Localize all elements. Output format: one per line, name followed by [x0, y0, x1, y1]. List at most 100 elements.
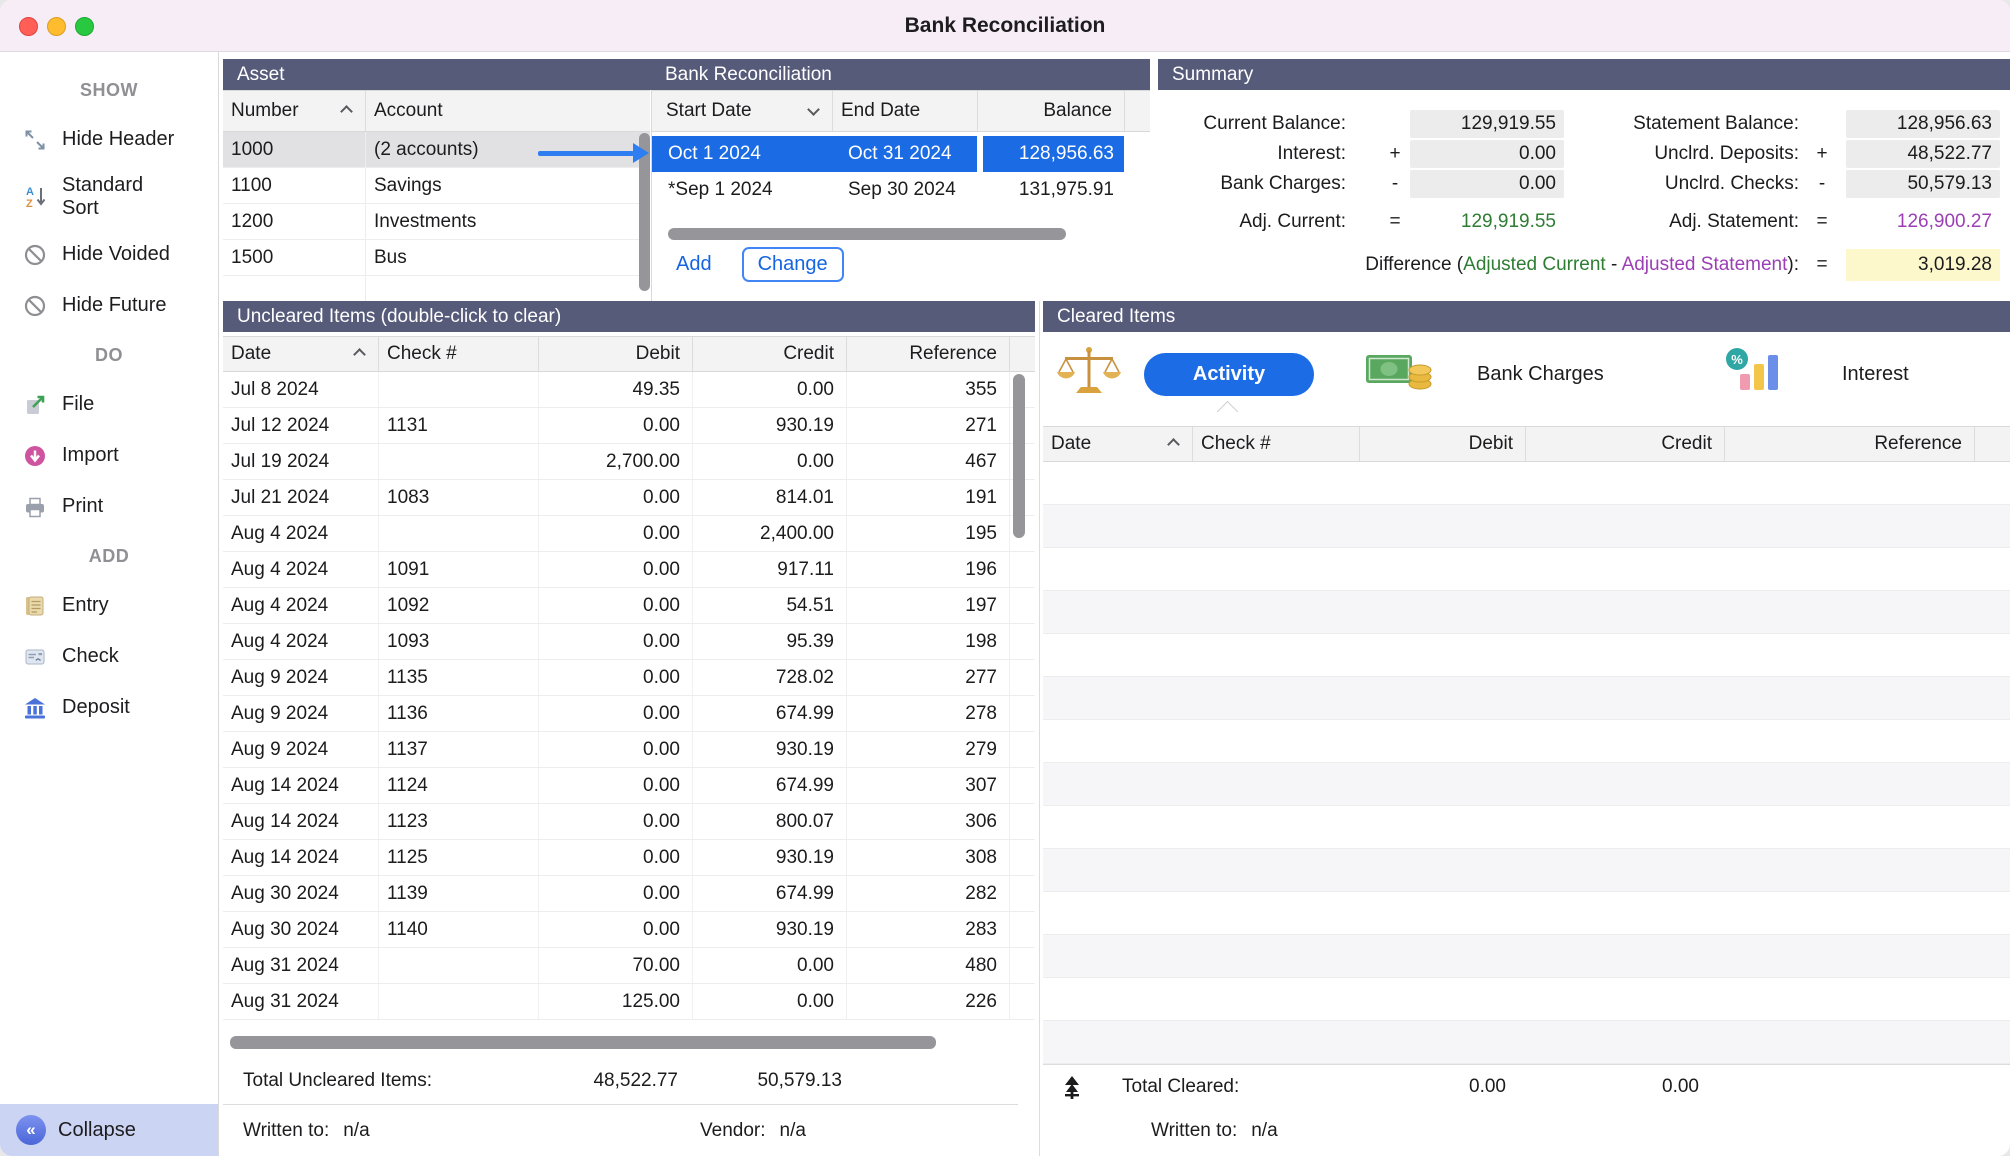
sidebar-item-import[interactable]: Import	[0, 430, 218, 481]
table-row[interactable]: Jul 12 202411310.00930.19271	[223, 408, 1035, 444]
bank-rec-actions: Add Change	[676, 242, 844, 286]
table-row[interactable]: Jul 21 202410830.00814.01191	[223, 480, 1035, 516]
cell: 0.00	[538, 480, 692, 515]
column-header-debit[interactable]: Debit	[538, 337, 692, 371]
table-row[interactable]: Aug 4 202410920.0054.51197	[223, 588, 1035, 624]
column-header-start-date[interactable]: Start Date	[652, 91, 832, 131]
cell: 467	[846, 444, 1009, 479]
annotation-arrow-head	[633, 143, 649, 163]
column-header-debit[interactable]: Debit	[1359, 427, 1525, 461]
sidebar-item-hide-future[interactable]: Hide Future	[0, 280, 218, 331]
table-row[interactable]: Aug 9 202411370.00930.19279	[223, 732, 1035, 768]
cell: 0.00	[538, 408, 692, 443]
tab-activity-button[interactable]: Activity	[1144, 353, 1314, 396]
sidebar-item-deposit[interactable]: Deposit	[0, 682, 218, 733]
cleared-table: Date Check # Debit Credit Reference	[1043, 426, 2010, 1064]
table-row[interactable]: 1200 Investments	[223, 204, 650, 240]
cell: 307	[846, 768, 1009, 803]
column-header-check[interactable]: Check #	[1192, 427, 1359, 461]
table-row[interactable]	[223, 276, 650, 301]
table-row[interactable]: 1500 Bus	[223, 240, 650, 276]
table-row[interactable]: Aug 4 202410930.0095.39198	[223, 624, 1035, 660]
horizontal-scrollbar[interactable]	[668, 228, 1066, 240]
table-row[interactable]: Jul 19 20242,700.000.00467	[223, 444, 1035, 480]
table-row[interactable]: Aug 14 202411230.00800.07306	[223, 804, 1035, 840]
written-to-row: Written to: n/a	[243, 1116, 370, 1146]
cell: 278	[846, 696, 1009, 731]
cell: Aug 9 2024	[223, 732, 378, 767]
diagonal-arrows-icon	[22, 127, 48, 153]
column-header-reference[interactable]: Reference	[1724, 427, 1974, 461]
asset-table: Number Account 1000 (2 accounts) 1100 Sa…	[223, 90, 650, 301]
cleared-total-credit: 0.00	[1525, 1072, 1699, 1102]
cell: Bus	[365, 240, 650, 275]
column-header-check[interactable]: Check #	[378, 337, 538, 371]
table-row[interactable]: Aug 31 2024125.000.00226	[223, 984, 1035, 1020]
column-header-credit[interactable]: Credit	[1525, 427, 1724, 461]
sidebar-item-file[interactable]: File	[0, 379, 218, 430]
table-row[interactable]: Oct 1 2024 Oct 31 2024 128,956.63	[652, 136, 1150, 172]
column-header-account[interactable]: Account	[365, 91, 650, 131]
collapse-button[interactable]: « Collapse	[0, 1104, 218, 1156]
sidebar-item-print[interactable]: Print	[0, 481, 218, 532]
cell: 930.19	[692, 732, 846, 767]
change-button[interactable]: Change	[742, 247, 844, 282]
column-label: Number	[231, 100, 299, 122]
difference-suffix: ):	[1787, 254, 1799, 275]
table-row[interactable]: Aug 31 202470.000.00480	[223, 948, 1035, 984]
cleared-total-debit: 0.00	[1359, 1072, 1506, 1102]
column-label: Debit	[636, 343, 680, 365]
cell: 1136	[378, 696, 538, 731]
sidebar-item-entry[interactable]: Entry	[0, 580, 218, 631]
asset-table-header: Number Account	[223, 90, 650, 132]
table-row[interactable]: Aug 14 202411250.00930.19308	[223, 840, 1035, 876]
table-row[interactable]: 1000 (2 accounts)	[223, 132, 650, 168]
column-header-balance[interactable]: Balance	[977, 91, 1124, 131]
tab-activity[interactable]: Activity	[1054, 348, 1314, 400]
cell: Oct 1 2024	[652, 136, 832, 172]
summary-sign	[1812, 110, 1832, 138]
cell: 1083	[378, 480, 538, 515]
tab-bank-charges[interactable]: Bank Charges	[1365, 348, 1604, 400]
tab-interest[interactable]: % Interest	[1724, 348, 1909, 400]
cell: 0.00	[538, 840, 692, 875]
table-row[interactable]: Aug 9 202411350.00728.02277	[223, 660, 1035, 696]
tab-interest-label[interactable]: Interest	[1842, 363, 1909, 386]
cell: 95.39	[692, 624, 846, 659]
table-row[interactable]: Aug 14 202411240.00674.99307	[223, 768, 1035, 804]
table-row[interactable]: Aug 4 20240.002,400.00195	[223, 516, 1035, 552]
cell: Sep 30 2024	[832, 172, 977, 208]
column-header-date[interactable]: Date	[1043, 427, 1192, 461]
summary-sign: =	[1812, 208, 1832, 236]
column-header-credit[interactable]: Credit	[692, 337, 846, 371]
az-sort-icon: AZ	[22, 184, 48, 210]
table-row[interactable]: Jul 8 202449.350.00355	[223, 372, 1035, 408]
cell: 1093	[378, 624, 538, 659]
vertical-scrollbar[interactable]	[1013, 374, 1025, 538]
cell: 0.00	[538, 624, 692, 659]
table-row[interactable]: Aug 30 202411390.00674.99282	[223, 876, 1035, 912]
cell: 1137	[378, 732, 538, 767]
column-header-date[interactable]: Date	[223, 337, 378, 371]
summary-value-adjusted-statement: 126,900.27	[1846, 208, 2000, 236]
table-row[interactable]: Aug 4 202410910.00917.11196	[223, 552, 1035, 588]
table-row[interactable]: Aug 9 202411360.00674.99278	[223, 696, 1035, 732]
table-row[interactable]: *Sep 1 2024 Sep 30 2024 131,975.91	[652, 172, 1150, 208]
column-header-end-date[interactable]: End Date	[832, 91, 977, 131]
column-header-number[interactable]: Number	[223, 91, 365, 131]
cell: 0.00	[692, 948, 846, 983]
sidebar-item-hide-header[interactable]: Hide Header	[0, 114, 218, 165]
summary-label: Bank Charges:	[1165, 170, 1346, 198]
table-row[interactable]: Aug 30 202411400.00930.19283	[223, 912, 1035, 948]
sidebar-item-standard-sort[interactable]: AZ Standard Sort	[0, 165, 218, 229]
table-row[interactable]: 1100 Savings	[223, 168, 650, 204]
horizontal-scrollbar[interactable]	[230, 1036, 936, 1049]
column-header-reference[interactable]: Reference	[846, 337, 1009, 371]
sidebar-item-check[interactable]: Check	[0, 631, 218, 682]
sidebar-item-hide-voided[interactable]: Hide Voided	[0, 229, 218, 280]
sidebar-section-add: ADD	[0, 532, 218, 580]
cell: 197	[846, 588, 1009, 623]
tab-bank-charges-label[interactable]: Bank Charges	[1477, 363, 1604, 386]
cell: 0.00	[538, 876, 692, 911]
add-button[interactable]: Add	[676, 253, 712, 276]
